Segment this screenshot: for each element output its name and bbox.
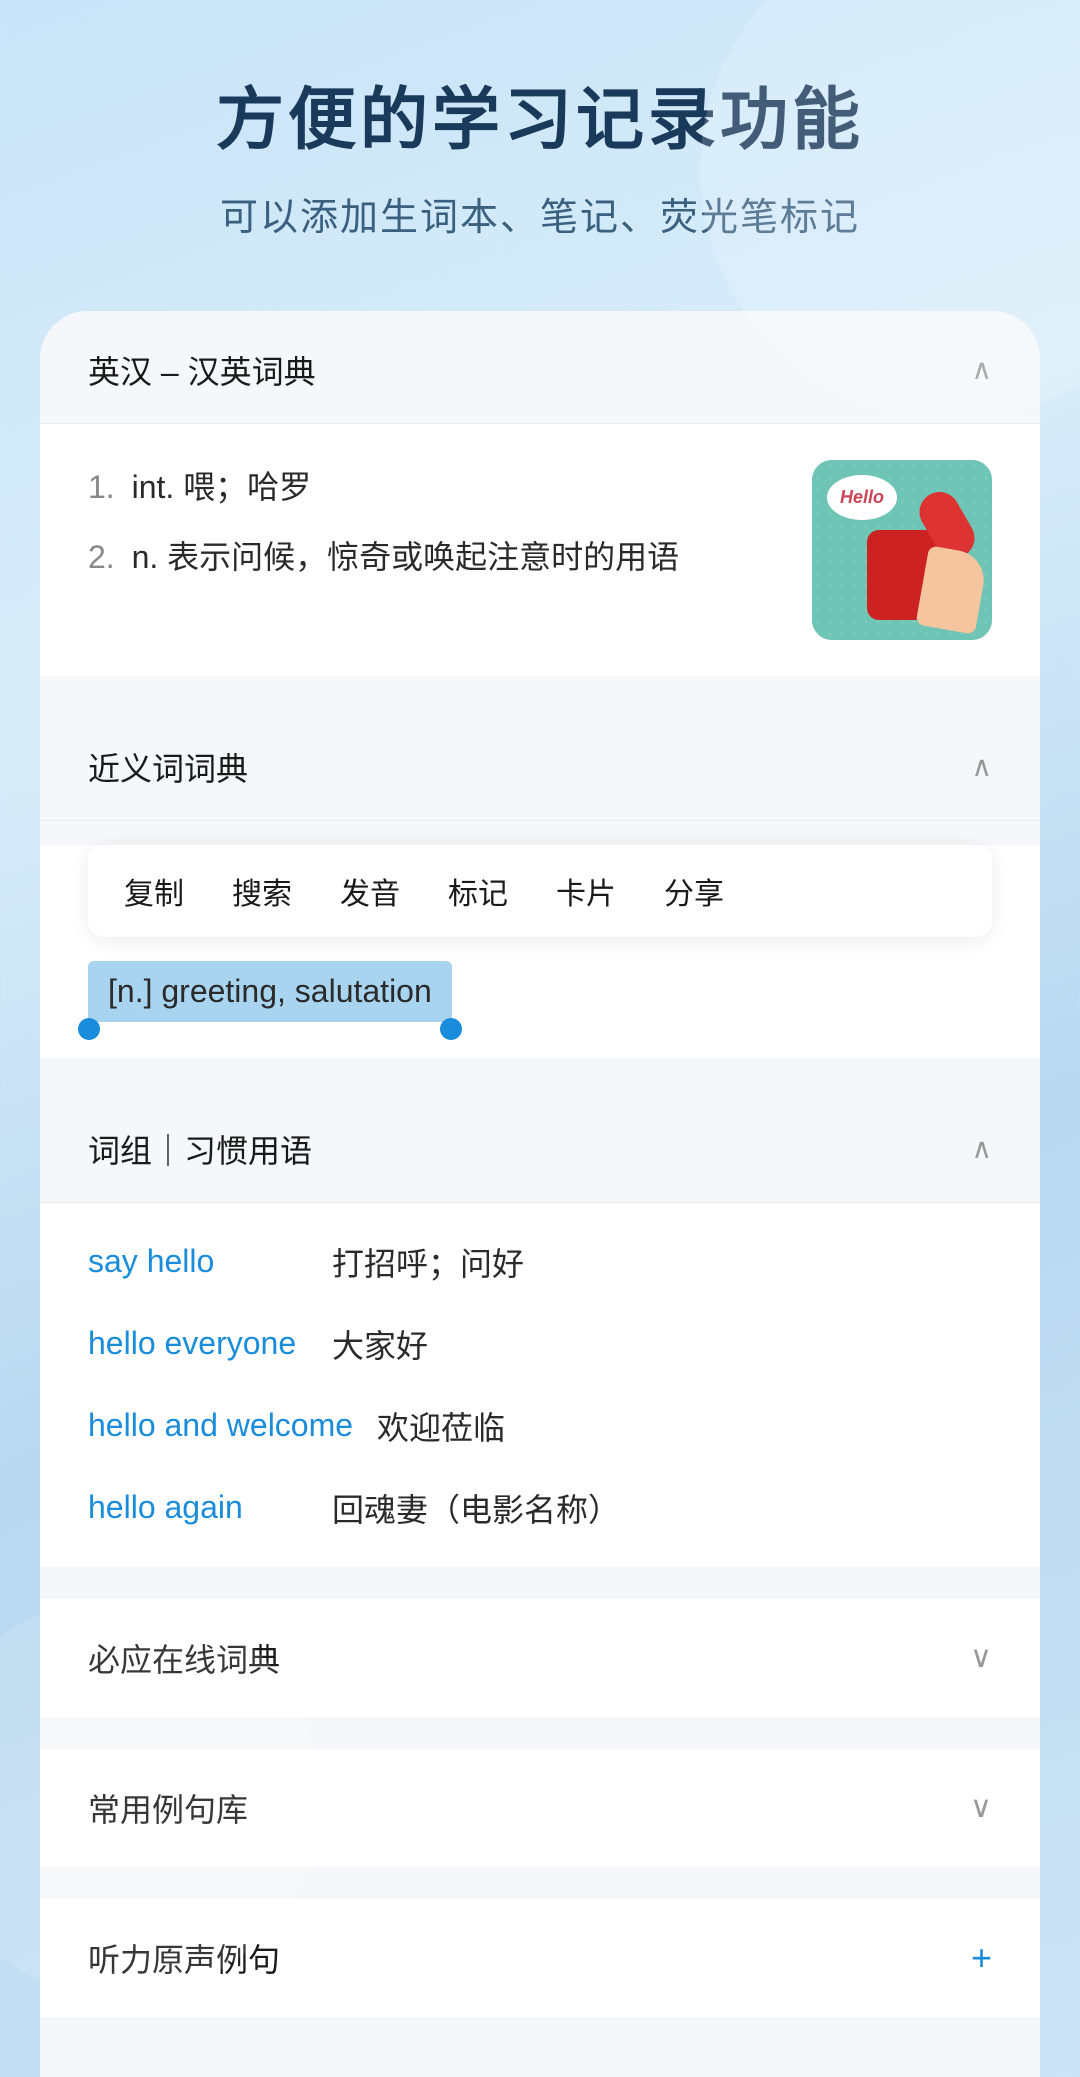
phrase-item-1[interactable]: say hello 打招呼；问好 [88,1239,992,1285]
definition-text: 1. int. 喂；哈罗 2. n. 表示问候，惊奇或唤起注意时的用语 [88,460,782,601]
context-menu-pronounce[interactable]: 发音 [340,869,400,913]
selection-handle-right [440,1018,462,1040]
highlighted-row: [n.] greeting, salutation [40,937,1040,1058]
synonym-card: 复制 搜索 发音 标记 卡片 分享 [n.] greeting, salutat… [40,845,1040,1058]
biyng-dict-chevron-icon: ∨ [970,1640,992,1675]
selection-handle-left [78,1018,100,1040]
def-number-1: 1. [88,469,115,505]
context-menu-share[interactable]: 分享 [664,869,724,913]
synonym-header[interactable]: 近义词词典 ∧ [40,708,1040,821]
phrase-english-2: hello everyone [88,1325,308,1362]
phrase-chinese-3: 欢迎莅临 [377,1403,505,1449]
definition-item-2: 2. n. 表示问候，惊奇或唤起注意时的用语 [88,530,782,584]
header-subtitle: 可以添加生词本、笔记、荧光笔标记 [60,186,1020,241]
phrase-chinese-4: 回魂妻（电影名称） [332,1485,620,1531]
word-group-header[interactable]: 词组｜习惯用语 ∧ [40,1090,1040,1203]
definition-item-1: 1. int. 喂；哈罗 [88,460,782,514]
def-text-2: n. 表示问候，惊奇或唤起注意时的用语 [132,539,680,575]
header-title: 方便的学习记录功能 [60,80,1020,162]
common-sentences-chevron-icon: ∨ [970,1790,992,1825]
word-group-chevron-icon: ∧ [972,1132,993,1165]
phrase-english-1: say hello [88,1243,308,1280]
listening-sentences-title: 听力原声例句 [88,1935,280,1981]
context-menu-card[interactable]: 卡片 [556,869,616,913]
phrase-english-3: hello and welcome [88,1407,353,1444]
phrase-chinese-2: 大家好 [332,1321,428,1367]
phrase-item-4[interactable]: hello again 回魂妻（电影名称） [88,1485,992,1531]
context-menu: 复制 搜索 发音 标记 卡片 分享 [88,845,992,937]
gap-4 [40,1717,1040,1733]
context-menu-mark[interactable]: 标记 [448,869,508,913]
header: 方便的学习记录功能 可以添加生词本、笔记、荧光笔标记 [0,0,1080,281]
main-card: 英汉 – 汉英词典 ∧ 1. int. 喂；哈罗 2. n. 表示问候，惊奇或唤… [40,311,1040,2077]
synonym-section: 近义词词典 ∧ 复制 搜索 发音 标记 卡片 分享 [n.] greeting,… [40,708,1040,1058]
highlighted-text: [n.] greeting, salutation [88,961,452,1022]
context-menu-search[interactable]: 搜索 [232,869,292,913]
en-zh-dict-title: 英汉 – 汉英词典 [88,347,316,393]
common-sentences-title: 常用例句库 [88,1785,248,1831]
synonym-title: 近义词词典 [88,744,248,790]
highlighted-content: [n.] greeting, salutation [108,973,432,1009]
hello-illustration: Hello [812,460,992,640]
phrase-english-4: hello again [88,1489,308,1526]
biyng-dict-section[interactable]: 必应在线词典 ∨ [40,1599,1040,1717]
def-number-2: 2. [88,539,115,575]
word-group-card: say hello 打招呼；问好 hello everyone 大家好 hell… [40,1203,1040,1567]
synonym-chevron-icon: ∧ [972,750,993,783]
common-sentences-section[interactable]: 常用例句库 ∨ [40,1749,1040,1867]
def-text-1: int. 喂；哈罗 [132,469,312,505]
listening-sentences-section[interactable]: 听力原声例句 + [40,1899,1040,2017]
en-zh-dict-chevron-icon: ∧ [972,353,993,386]
context-menu-copy[interactable]: 复制 [124,869,184,913]
phrase-item-2[interactable]: hello everyone 大家好 [88,1321,992,1367]
gap-5 [40,1867,1040,1883]
phrase-chinese-1: 打招呼；问好 [332,1239,524,1285]
phrase-item-3[interactable]: hello and welcome 欢迎莅临 [88,1403,992,1449]
biyng-dict-title: 必应在线词典 [88,1635,280,1681]
gap-3 [40,1567,1040,1583]
gap-1 [40,692,1040,708]
definition-card: 1. int. 喂；哈罗 2. n. 表示问候，惊奇或唤起注意时的用语 Hell… [40,424,1040,676]
en-zh-dict-header[interactable]: 英汉 – 汉英词典 ∧ [40,311,1040,424]
word-group-title: 词组｜习惯用语 [88,1126,312,1172]
listening-sentences-plus-icon: + [971,1937,992,1979]
word-group-section: 词组｜习惯用语 ∧ say hello 打招呼；问好 hello everyon… [40,1090,1040,1567]
gap-2 [40,1058,1040,1074]
